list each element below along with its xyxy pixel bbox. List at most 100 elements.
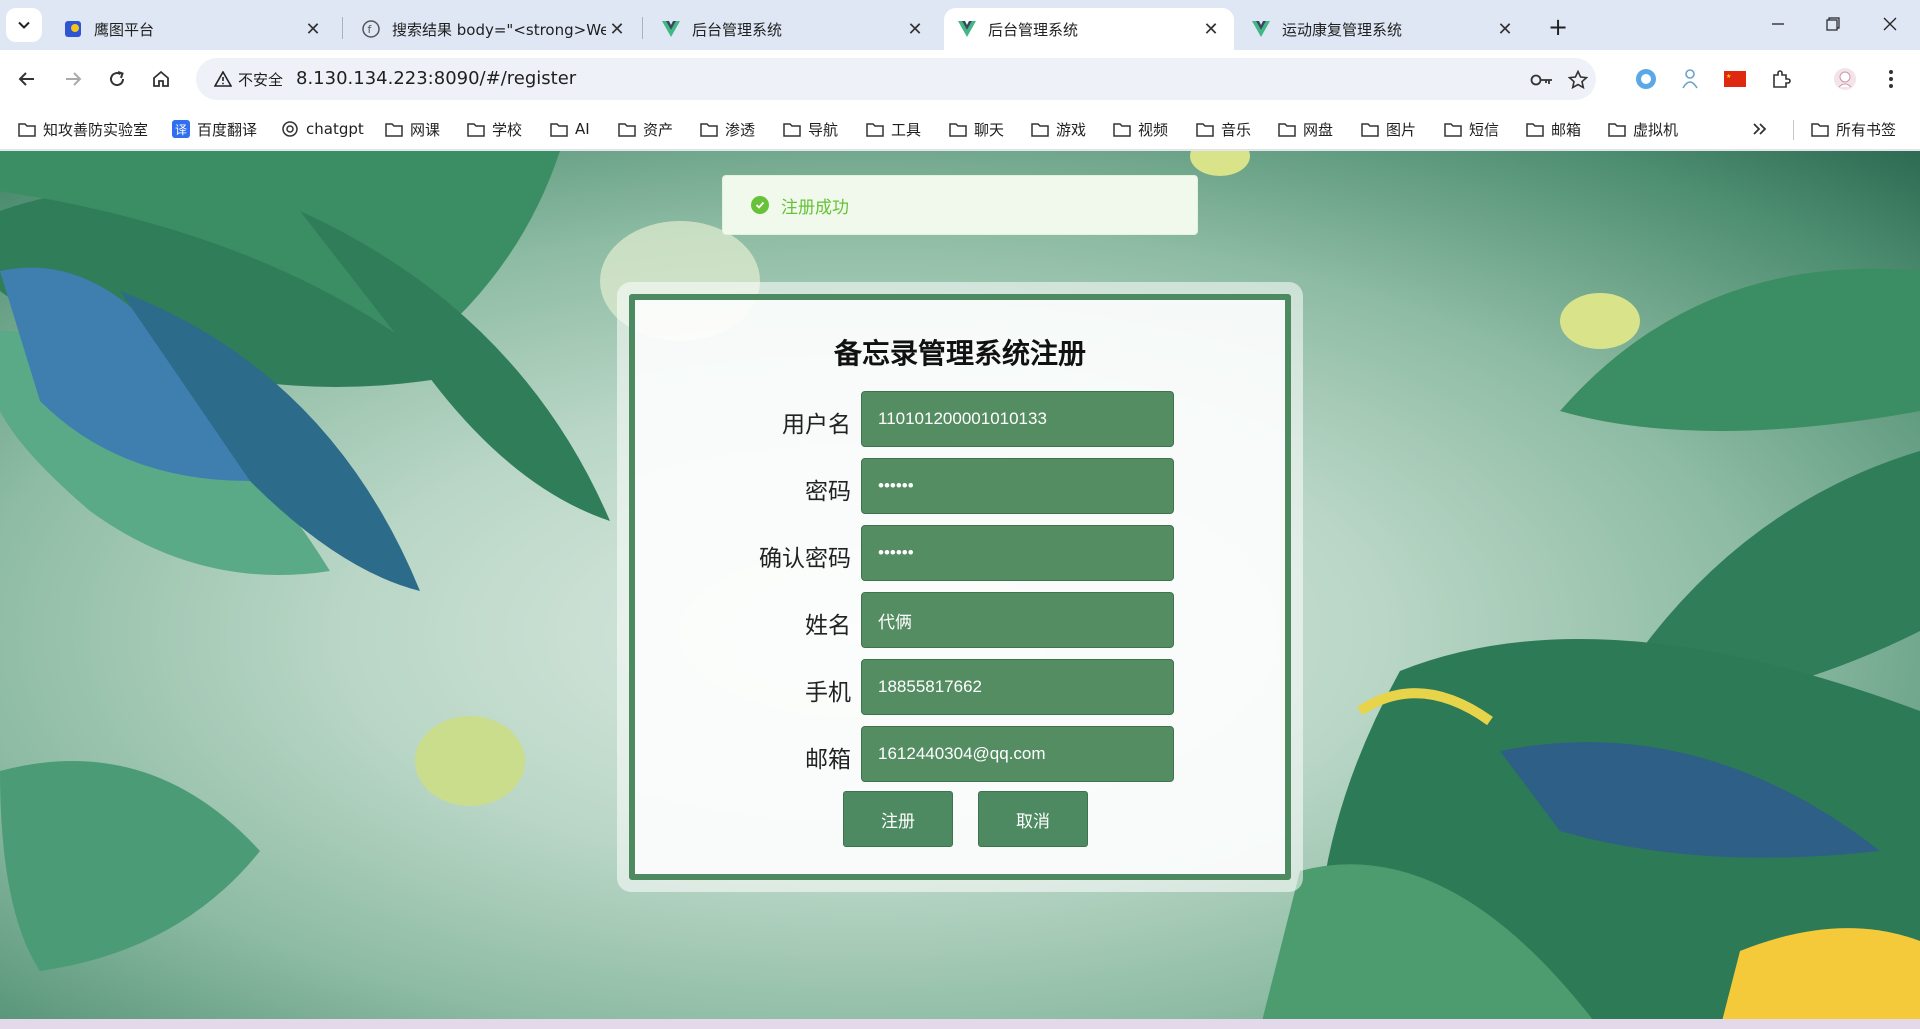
- folder-icon: [467, 120, 485, 138]
- tab-2[interactable]: f 搜索结果 body="<strong>We ✕: [348, 8, 640, 50]
- name-input[interactable]: 代俩: [861, 592, 1174, 648]
- extension-3-button[interactable]: ★: [1718, 62, 1752, 96]
- vue-favicon-icon: [958, 20, 976, 38]
- bookmark-item[interactable]: 网课: [385, 115, 440, 143]
- close-icon[interactable]: ✕: [1494, 18, 1516, 40]
- bookmark-item[interactable]: 邮箱: [1526, 115, 1581, 143]
- tab-1[interactable]: 鹰图平台 ✕: [50, 8, 336, 50]
- bookmark-label: 知攻善防实验室: [43, 120, 149, 139]
- browser-menu-button[interactable]: [1874, 62, 1908, 96]
- bookmark-item[interactable]: 导航: [783, 115, 838, 143]
- all-bookmarks-label: 所有书签: [1836, 120, 1897, 139]
- reload-icon: [110, 71, 125, 87]
- tab-3[interactable]: 后台管理系统 ✕: [648, 8, 938, 50]
- bookmark-item[interactable]: 游戏: [1031, 115, 1086, 143]
- tab-title: 运动康复管理系统: [1282, 20, 1403, 39]
- new-tab-button[interactable]: +: [1543, 12, 1573, 42]
- success-toast: 注册成功: [722, 175, 1198, 235]
- name-label: 姓名: [805, 613, 851, 639]
- folder-icon: [550, 120, 568, 138]
- bookmark-item[interactable]: 资产: [618, 115, 673, 143]
- insecure-label: 不安全: [238, 70, 284, 89]
- username-input[interactable]: 110101200001010133: [861, 391, 1174, 447]
- bookmark-label: 网课: [410, 120, 441, 139]
- bookmark-item[interactable]: 虚拟机: [1608, 115, 1678, 143]
- forward-button[interactable]: [55, 61, 91, 97]
- tab-5[interactable]: 运动康复管理系统 ✕: [1238, 8, 1528, 50]
- folder-icon: [1361, 120, 1379, 138]
- puzzle-icon: [1773, 70, 1791, 88]
- tab-title: 后台管理系统: [692, 20, 783, 39]
- extension-1-button[interactable]: [1629, 62, 1663, 96]
- close-icon[interactable]: ✕: [1200, 18, 1222, 40]
- bookmark-item[interactable]: chatgpt: [281, 115, 364, 143]
- close-icon[interactable]: ✕: [904, 18, 926, 40]
- home-button[interactable]: [143, 61, 179, 97]
- extension-figure-icon: [1682, 69, 1698, 89]
- hunter-favicon-icon: [64, 20, 82, 38]
- flag-icon: ★: [1724, 71, 1746, 87]
- restore-button[interactable]: [1813, 8, 1853, 40]
- folder-icon: [18, 120, 36, 138]
- site-info-chip[interactable]: 不安全: [206, 65, 291, 93]
- close-window-button[interactable]: [1870, 8, 1910, 40]
- toast-message: 注册成功: [781, 197, 849, 218]
- url-text[interactable]: 8.130.134.223:8090/#/register: [296, 68, 576, 89]
- tab-separator: [642, 17, 643, 39]
- bookmark-label: 导航: [808, 120, 839, 139]
- tab-title: 后台管理系统: [988, 20, 1079, 39]
- confirm-password-input[interactable]: ••••••: [861, 525, 1174, 581]
- bookmark-item[interactable]: AI: [550, 115, 590, 143]
- minimize-button[interactable]: [1758, 8, 1798, 40]
- folder-icon: [1278, 120, 1296, 138]
- folder-icon: [1113, 120, 1131, 138]
- extensions-menu-button[interactable]: [1764, 62, 1798, 96]
- tab-title: 搜索结果 body="<strong>We: [392, 20, 606, 39]
- reload-button[interactable]: [99, 61, 135, 97]
- bookmark-label: 聊天: [974, 120, 1005, 139]
- email-row: 邮箱 1612440304@qq.com: [635, 726, 1285, 782]
- svg-text:f: f: [368, 23, 373, 36]
- tab-search-button[interactable]: [6, 8, 42, 42]
- bookmark-star-button[interactable]: [1564, 66, 1592, 94]
- profile-avatar-button[interactable]: [1828, 62, 1862, 96]
- bookmark-label: 短信: [1469, 120, 1500, 139]
- bookmark-item[interactable]: 音乐: [1196, 115, 1251, 143]
- password-input[interactable]: ••••••: [861, 458, 1174, 514]
- register-button[interactable]: 注册: [843, 791, 953, 847]
- translate-icon: 译: [172, 120, 190, 138]
- bookmark-item[interactable]: 学校: [467, 115, 522, 143]
- bookmark-label: 资产: [643, 120, 674, 139]
- address-bar[interactable]: 不安全 8.130.134.223:8090/#/register: [196, 58, 1596, 100]
- bookmark-label: 音乐: [1221, 120, 1252, 139]
- password-key-button[interactable]: [1528, 66, 1556, 94]
- bookmark-item[interactable]: 聊天: [949, 115, 1004, 143]
- close-icon: [1883, 17, 1897, 31]
- bookmark-item[interactable]: 视频: [1113, 115, 1168, 143]
- bookmark-item[interactable]: 网盘: [1278, 115, 1333, 143]
- name-row: 姓名 代俩: [635, 592, 1285, 648]
- arrow-right-icon: [66, 72, 82, 86]
- double-chevron-right-icon: [1753, 123, 1767, 135]
- tab-strip: 鹰图平台 ✕ f 搜索结果 body="<strong>We ✕ 后台管理系统 …: [0, 0, 1920, 50]
- cancel-button[interactable]: 取消: [978, 791, 1088, 847]
- back-button[interactable]: [9, 61, 45, 97]
- svg-text:译: 译: [175, 123, 187, 137]
- folder-icon: [385, 120, 403, 138]
- bookmark-item[interactable]: 渗透: [700, 115, 755, 143]
- close-icon[interactable]: ✕: [302, 18, 324, 40]
- bookmark-item[interactable]: 短信: [1444, 115, 1499, 143]
- more-bookmarks-button[interactable]: [1752, 115, 1768, 143]
- bookmark-item[interactable]: 知攻善防实验室: [18, 115, 148, 143]
- all-bookmarks-button[interactable]: 所有书签: [1811, 115, 1896, 143]
- phone-input[interactable]: 18855817662: [861, 659, 1174, 715]
- close-icon[interactable]: ✕: [606, 18, 628, 40]
- extension-2-button[interactable]: [1673, 62, 1707, 96]
- tab-4-active[interactable]: 后台管理系统 ✕: [944, 8, 1234, 50]
- warning-icon: [214, 71, 232, 87]
- folder-icon: [700, 120, 718, 138]
- bookmark-item[interactable]: 工具: [866, 115, 921, 143]
- email-input[interactable]: 1612440304@qq.com: [861, 726, 1174, 782]
- bookmark-item[interactable]: 图片: [1361, 115, 1416, 143]
- bookmark-item[interactable]: 译 百度翻译: [172, 115, 257, 143]
